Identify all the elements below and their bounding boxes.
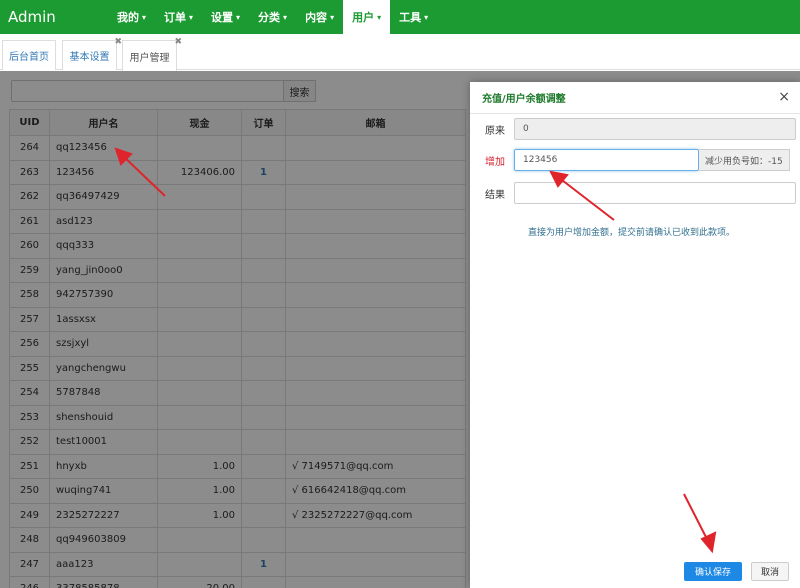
caret-down-icon: ▾ bbox=[142, 12, 147, 22]
caret-down-icon: ▾ bbox=[283, 12, 288, 22]
nav-item-orders[interactable]: 订单 ▾ bbox=[155, 0, 202, 34]
nav-label: 分类 bbox=[258, 11, 281, 24]
add-addon: 减少用负号如：-15 bbox=[699, 149, 790, 171]
original-field: 0 bbox=[514, 118, 796, 140]
close-icon[interactable]: × bbox=[778, 89, 790, 105]
tab-label: 基本设置 bbox=[69, 52, 110, 63]
tab-user-management[interactable]: 用户管理 ✖ bbox=[122, 37, 182, 71]
brand-logo[interactable]: Admin bbox=[0, 8, 108, 26]
nav-item-mine[interactable]: 我的 ▾ bbox=[108, 0, 155, 34]
nav-item-content[interactable]: 内容 ▾ bbox=[296, 0, 343, 34]
add-amount-input[interactable]: 123456 bbox=[514, 149, 699, 171]
add-row: 增加 123456 减少用负号如：-15 bbox=[485, 149, 790, 171]
caret-down-icon: ▾ bbox=[236, 12, 241, 22]
nav-item-users[interactable]: 用户 ▾ bbox=[343, 0, 391, 34]
add-label: 增加 bbox=[485, 156, 505, 168]
close-tab-icon[interactable]: ✖ bbox=[174, 37, 182, 47]
nav-label: 工具 bbox=[399, 11, 422, 24]
caret-down-icon: ▾ bbox=[330, 12, 335, 22]
nav-label: 订单 bbox=[164, 11, 187, 24]
nav-item-categories[interactable]: 分类 ▾ bbox=[249, 0, 296, 34]
nav-item-tools[interactable]: 工具 ▾ bbox=[390, 0, 437, 34]
result-input[interactable] bbox=[514, 182, 796, 204]
tab-label: 用户管理 bbox=[129, 52, 170, 64]
nav-label: 内容 bbox=[305, 11, 328, 24]
nav-label: 用户 bbox=[352, 11, 375, 24]
original-label: 原来 bbox=[485, 125, 505, 137]
confirm-save-button[interactable]: 确认保存 bbox=[684, 562, 742, 581]
original-row: 原来 0 bbox=[485, 118, 796, 140]
tab-label: 后台首页 bbox=[9, 52, 49, 63]
cancel-button[interactable]: 取消 bbox=[751, 562, 789, 581]
balance-dialog: 充值/用户余额调整 × 原来 0 增加 123456 减少用负号如：-15 结果… bbox=[470, 82, 800, 588]
caret-down-icon: ▾ bbox=[377, 12, 382, 22]
hint-text: 直接为用户增加金额，提交前请确认已收到此款项。 bbox=[528, 228, 736, 238]
nav-item-settings[interactable]: 设置 ▾ bbox=[202, 0, 249, 34]
tab-basic-settings[interactable]: 基本设置 ✖ bbox=[62, 37, 122, 70]
page-tabs: 后台首页 基本设置 ✖ 用户管理 ✖ bbox=[0, 34, 800, 71]
caret-down-icon: ▾ bbox=[189, 12, 194, 22]
caret-down-icon: ▾ bbox=[424, 12, 429, 22]
tab-dashboard[interactable]: 后台首页 bbox=[2, 40, 56, 70]
result-row: 结果 bbox=[485, 182, 796, 204]
nav-label: 我的 bbox=[117, 11, 139, 24]
nav-label: 设置 bbox=[211, 11, 234, 24]
top-navbar: Admin 我的 ▾ 订单 ▾ 设置 ▾ 分类 ▾ 内容 ▾ 用户 ▾ 工具 ▾ bbox=[0, 0, 800, 34]
dialog-title: 充值/用户余额调整 bbox=[470, 82, 800, 114]
result-label: 结果 bbox=[485, 189, 505, 201]
close-tab-icon[interactable]: ✖ bbox=[114, 37, 122, 47]
